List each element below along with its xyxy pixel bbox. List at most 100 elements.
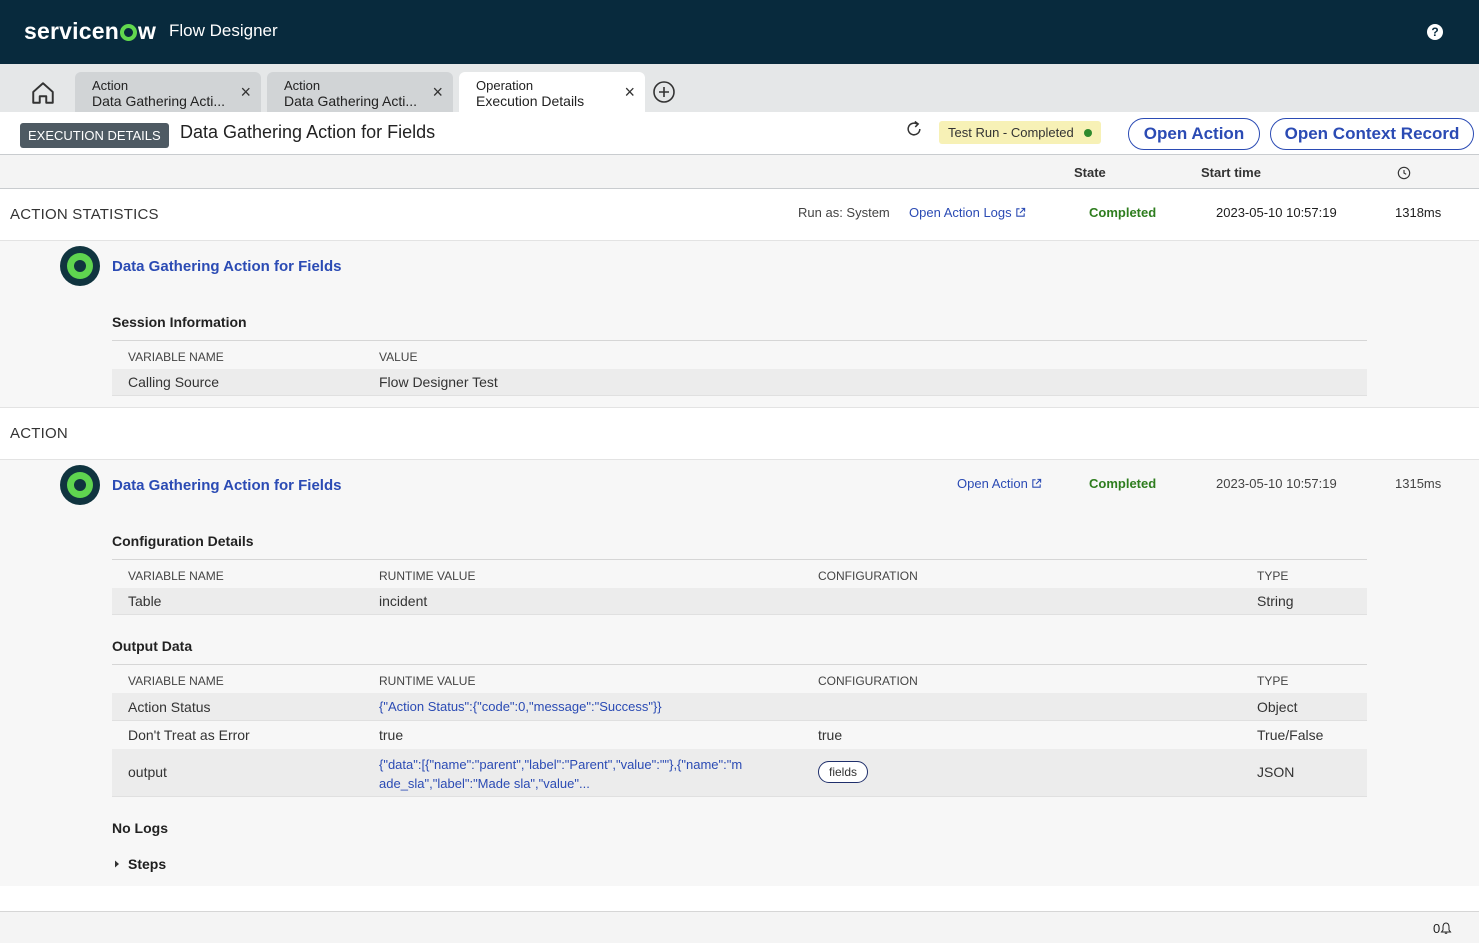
- start-time-value: 2023-05-10 10:57:19: [1216, 205, 1337, 220]
- column-header: TYPE: [1257, 674, 1289, 688]
- refresh-icon[interactable]: [904, 119, 924, 139]
- status-badge: Test Run - Completed: [939, 121, 1101, 144]
- table-header: VARIABLE NAME RUNTIME VALUE CONFIGURATIO…: [112, 560, 1367, 588]
- external-link-icon: [1015, 207, 1025, 217]
- tab-execution-details[interactable]: Operation Execution Details ×: [459, 72, 645, 112]
- runtime-value-cell: incident: [379, 593, 428, 609]
- output-data-table: VARIABLE NAME RUNTIME VALUE CONFIGURATIO…: [112, 664, 1367, 797]
- action-body: Data Gathering Action for Fields Open Ac…: [0, 460, 1479, 886]
- runtime-value-line: ade_sla","label":"Made sla","value"...: [379, 776, 590, 791]
- configuration-cell: true: [818, 727, 843, 743]
- column-header-row: State Start time: [0, 155, 1479, 189]
- open-action-button[interactable]: Open Action: [1128, 118, 1260, 150]
- type-cell: JSON: [1257, 764, 1295, 780]
- type-cell: String: [1257, 593, 1294, 609]
- column-header: VARIABLE NAME: [128, 350, 224, 364]
- runtime-value-link[interactable]: {"Action Status":{"code":0,"message":"Su…: [379, 699, 662, 714]
- table-row: output {"data":[{"name":"parent","label"…: [112, 749, 1367, 797]
- tab-type: Action: [92, 78, 129, 93]
- notifications-button[interactable]: 0: [1433, 921, 1452, 936]
- section-title: ACTION STATISTICS: [10, 206, 159, 223]
- tab-name: Execution Details: [476, 93, 585, 109]
- open-action-link[interactable]: Open Action: [957, 476, 1042, 491]
- variable-name-cell: Don't Treat as Error: [128, 727, 250, 743]
- action-circle-icon: [60, 465, 100, 505]
- app-title: Flow Designer: [169, 21, 278, 40]
- table-row: Action Status {"Action Status":{"code":0…: [112, 693, 1367, 721]
- variable-name-cell: Calling Source: [128, 374, 220, 390]
- table-row: Calling Source Flow Designer Test: [112, 369, 1367, 396]
- action-circle-icon: [60, 246, 100, 286]
- session-information-table: VARIABLE NAME VALUE Calling Source Flow …: [112, 340, 1367, 396]
- steps-toggle[interactable]: Steps: [112, 856, 166, 872]
- variable-name-cell: Action Status: [128, 699, 211, 715]
- open-action-label: Open Action: [957, 476, 1028, 491]
- bell-icon: [1440, 922, 1452, 934]
- column-header: RUNTIME VALUE: [379, 674, 476, 688]
- duration-value: 1318ms: [1395, 205, 1442, 220]
- tab-name: Data Gathering Acti...: [284, 93, 418, 109]
- state-value: Completed: [1089, 476, 1157, 491]
- column-header: RUNTIME VALUE: [379, 569, 476, 583]
- tab-strip: Action Data Gathering Acti... × Action D…: [0, 64, 1479, 112]
- external-link-icon: [1032, 478, 1042, 488]
- state-value: Completed: [1089, 205, 1157, 220]
- run-as-label: Run as: System: [798, 205, 890, 220]
- column-header: VARIABLE NAME: [128, 674, 224, 688]
- no-logs-label: No Logs: [112, 820, 168, 836]
- configuration-details-table: VARIABLE NAME RUNTIME VALUE CONFIGURATIO…: [112, 559, 1367, 615]
- open-action-logs-link[interactable]: Open Action Logs: [909, 205, 1026, 220]
- tab-action-2[interactable]: Action Data Gathering Acti... ×: [267, 72, 453, 112]
- runtime-value-cell: true: [379, 727, 404, 743]
- servicenow-logo[interactable]: servicen w: [24, 18, 156, 45]
- close-icon[interactable]: ×: [240, 83, 251, 101]
- variable-name-cell: output: [128, 764, 167, 780]
- tab-action-1[interactable]: Action Data Gathering Acti... ×: [75, 72, 261, 112]
- section-title: ACTION: [10, 425, 68, 442]
- table-header: VARIABLE NAME RUNTIME VALUE CONFIGURATIO…: [112, 665, 1367, 693]
- state-column-header: State: [1074, 165, 1106, 180]
- bottom-bar: 0: [0, 911, 1479, 943]
- help-icon[interactable]: ?: [1427, 24, 1443, 40]
- action-section-header: ACTION: [0, 407, 1479, 460]
- tab-type: Operation: [476, 78, 534, 93]
- top-bar: servicen w Flow Designer ?: [0, 0, 1479, 64]
- action-name-link[interactable]: Data Gathering Action for Fields: [112, 258, 341, 275]
- table-header: VARIABLE NAME VALUE: [112, 341, 1367, 369]
- column-header: VALUE: [379, 350, 418, 364]
- session-information-title: Session Information: [112, 314, 247, 330]
- execution-header: EXECUTION DETAILS Data Gathering Action …: [0, 112, 1479, 155]
- action-name-link[interactable]: Data Gathering Action for Fields: [112, 477, 341, 494]
- start-time-column-header: Start time: [1201, 165, 1261, 180]
- status-text: Test Run - Completed: [948, 125, 1074, 140]
- runtime-value-link[interactable]: {"data":[{"name":"parent","label":"Paren…: [379, 755, 742, 793]
- table-row: Don't Treat as Error true true True/Fals…: [112, 721, 1367, 749]
- execution-details-badge: EXECUTION DETAILS: [20, 123, 169, 148]
- column-header: VARIABLE NAME: [128, 569, 224, 583]
- output-data-title: Output Data: [112, 638, 193, 654]
- variable-name-cell: Table: [128, 593, 162, 609]
- close-icon[interactable]: ×: [432, 83, 443, 101]
- open-context-record-button[interactable]: Open Context Record: [1270, 118, 1474, 150]
- runtime-value-line: {"data":[{"name":"parent","label":"Paren…: [379, 757, 743, 772]
- start-time-value: 2023-05-10 10:57:19: [1216, 476, 1337, 491]
- add-tab-icon[interactable]: [652, 80, 676, 104]
- configuration-details-title: Configuration Details: [112, 533, 254, 549]
- type-cell: True/False: [1257, 727, 1324, 743]
- page-title: Data Gathering Action for Fields: [180, 122, 436, 142]
- type-cell: Object: [1257, 699, 1298, 715]
- fields-pill[interactable]: fields: [818, 761, 869, 783]
- close-icon[interactable]: ×: [624, 83, 635, 101]
- open-action-logs-label: Open Action Logs: [909, 205, 1012, 220]
- value-cell: Flow Designer Test: [379, 374, 498, 390]
- notification-count: 0: [1433, 921, 1441, 936]
- action-statistics-section-header: ACTION STATISTICS Run as: System Open Ac…: [0, 189, 1479, 241]
- table-row: Table incident String: [112, 588, 1367, 615]
- clock-icon: [1397, 166, 1411, 180]
- home-icon[interactable]: [30, 80, 56, 106]
- status-dot-icon: [1083, 128, 1092, 137]
- tab-type: Action: [284, 78, 321, 93]
- steps-label: Steps: [128, 856, 167, 872]
- caret-right-icon: [115, 860, 119, 868]
- action-statistics-body: Data Gathering Action for Fields Session…: [0, 241, 1479, 407]
